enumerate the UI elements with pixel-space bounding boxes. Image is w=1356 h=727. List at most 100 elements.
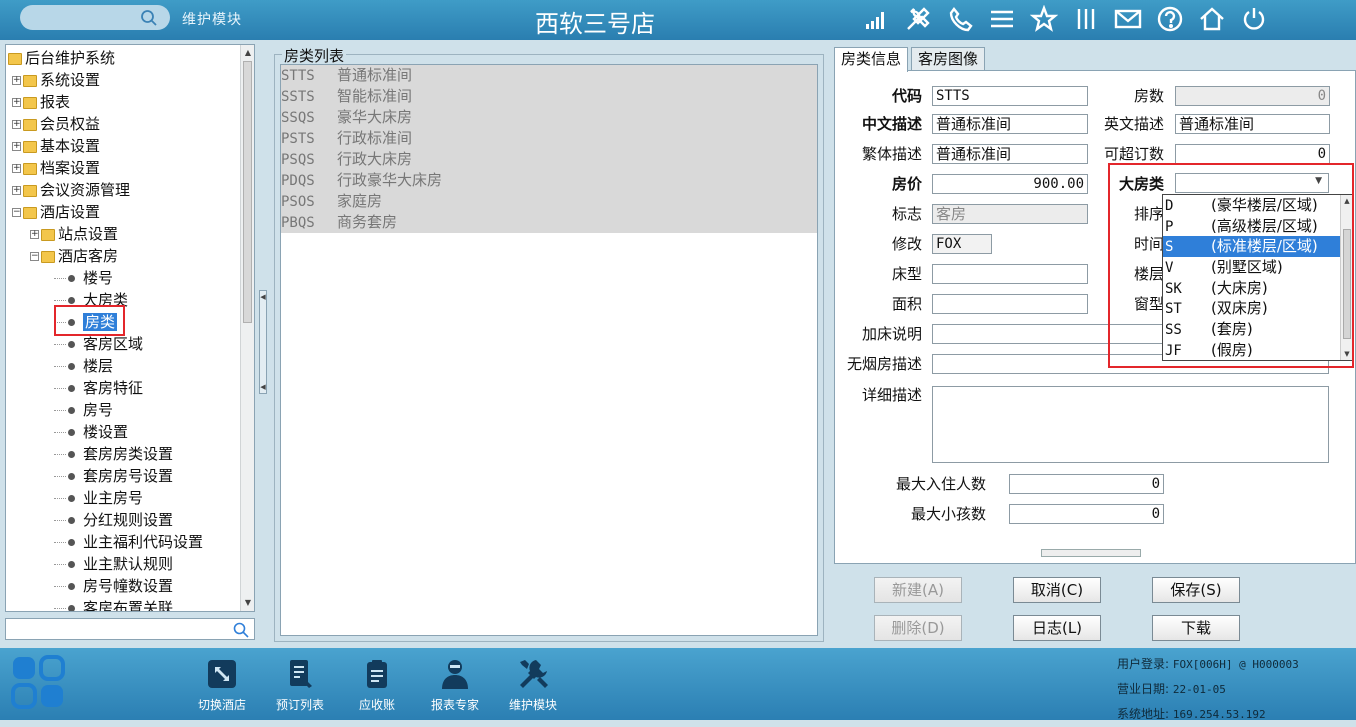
mail-icon[interactable]	[1112, 3, 1144, 35]
dropdown-option[interactable]: ST (双床房)	[1163, 298, 1353, 319]
list-item[interactable]: SSTS 智能标准间	[281, 86, 817, 107]
scroll-thumb[interactable]	[243, 61, 252, 323]
tree-search-input[interactable]	[8, 620, 228, 638]
tree-leaf[interactable]: 套房房类设置	[54, 443, 173, 465]
tree-leaf[interactable]: 套房房号设置	[54, 465, 173, 487]
tree-leaf[interactable]: 客房布置关联	[54, 597, 173, 611]
tree-root[interactable]: 后台维护系统	[8, 47, 115, 69]
price-field[interactable]: 900.00	[932, 174, 1088, 194]
chevron-down-icon[interactable]: ▼	[1315, 176, 1322, 186]
expand-icon[interactable]: +	[30, 230, 39, 239]
tree-leaf[interactable]: 楼号	[54, 267, 113, 289]
tree-item-reports[interactable]: + 报表	[12, 91, 70, 113]
tree-item-hotel-rooms[interactable]: − 酒店客房	[30, 245, 118, 267]
new-button[interactable]: 新建(A)	[874, 577, 962, 603]
code-field[interactable]: STTS	[932, 86, 1088, 106]
overbook-field[interactable]: 0	[1175, 144, 1330, 164]
tree-item-site-settings[interactable]: + 站点设置	[30, 223, 118, 245]
scroll-up-icon[interactable]: ▲	[1342, 197, 1352, 205]
tree-item-system-settings[interactable]: + 系统设置	[12, 69, 100, 91]
tree-scrollbar[interactable]: ▲ ▼	[240, 45, 254, 611]
dropdown-option[interactable]: JF (假房)	[1163, 340, 1353, 360]
cancel-button[interactable]: 取消(C)	[1013, 577, 1101, 603]
panel-splitter[interactable]: ◀ ◀	[259, 290, 267, 394]
arrow-left-icon[interactable]: ◀	[260, 293, 266, 301]
tree-leaf[interactable]: 房号幢数设置	[54, 575, 173, 597]
scroll-up-icon[interactable]: ▲	[243, 47, 253, 59]
dropdown-option[interactable]: V (别墅区域)	[1163, 257, 1353, 278]
list-item[interactable]: PSQS 行政大床房	[281, 149, 817, 170]
expand-icon[interactable]: +	[12, 186, 21, 195]
phone-icon[interactable]	[944, 3, 976, 35]
traditional-desc-field[interactable]: 普通标准间	[932, 144, 1088, 164]
list-item[interactable]: PDQS 行政豪华大床房	[281, 170, 817, 191]
signal-icon[interactable]	[860, 3, 892, 35]
help-icon[interactable]	[1154, 3, 1186, 35]
dropdown-option[interactable]: SS (套房)	[1163, 319, 1353, 340]
dropdown-option[interactable]: SK (大床房)	[1163, 278, 1353, 299]
collapse-icon[interactable]: −	[12, 208, 21, 217]
tree-leaf[interactable]: 客房区域	[54, 333, 143, 355]
download-button[interactable]: 下载	[1152, 615, 1240, 641]
columns-icon[interactable]	[1070, 3, 1102, 35]
detail-desc-textarea[interactable]	[932, 386, 1329, 463]
tree-item-archive-settings[interactable]: + 档案设置	[12, 157, 100, 179]
expand-icon[interactable]: +	[12, 76, 21, 85]
dropdown-option[interactable]: P (高级楼层/区域)	[1163, 216, 1353, 237]
form-scrollbar[interactable]	[1041, 549, 1141, 557]
receivable-button[interactable]: 应收账	[342, 656, 412, 713]
booking-list-button[interactable]: 预订列表	[265, 656, 335, 713]
tree-leaf[interactable]: 业主默认规则	[54, 553, 173, 575]
power-icon[interactable]	[1238, 3, 1270, 35]
expand-icon[interactable]: +	[12, 120, 21, 129]
scroll-thumb[interactable]	[1343, 229, 1351, 339]
max-adults-field[interactable]: 0	[1009, 474, 1164, 494]
chinese-desc-field[interactable]: 普通标准间	[932, 114, 1088, 134]
big-room-type-dropdown[interactable]: D (豪华楼层/区域) P (高级楼层/区域) S (标准楼层/区域) V (别墅区域)…	[1162, 194, 1354, 361]
menu-icon[interactable]	[986, 3, 1018, 35]
tree-leaf[interactable]: 楼层	[54, 355, 113, 377]
tab-room-type-info[interactable]: 房类信息	[834, 47, 909, 72]
switch-hotel-button[interactable]: 切换酒店	[187, 656, 257, 713]
delete-button[interactable]: 删除(D)	[874, 615, 962, 641]
collapse-icon[interactable]: −	[30, 252, 39, 261]
scroll-down-icon[interactable]: ▼	[243, 597, 253, 609]
scroll-down-icon[interactable]: ▼	[1342, 350, 1352, 358]
tree-item-meeting-resources[interactable]: + 会议资源管理	[12, 179, 130, 201]
maintenance-button[interactable]: 维护模块	[498, 656, 568, 713]
expand-icon[interactable]: +	[12, 98, 21, 107]
tree-leaf[interactable]: 业主房号	[54, 487, 143, 509]
list-item[interactable]: PBQS 商务套房	[281, 212, 817, 233]
big-room-type-select[interactable]: ▼	[1175, 173, 1329, 193]
save-button[interactable]: 保存(S)	[1152, 577, 1240, 603]
tree-item-member-rights[interactable]: + 会员权益	[12, 113, 100, 135]
tree-item-hotel-settings[interactable]: − 酒店设置	[12, 201, 100, 223]
list-item[interactable]: STTS 普通标准间	[281, 65, 817, 86]
tab-room-images[interactable]: 客房图像	[911, 47, 986, 71]
app-logo-icon[interactable]	[10, 654, 66, 710]
tools-icon[interactable]	[902, 3, 934, 35]
star-icon[interactable]	[1028, 3, 1060, 35]
tree-leaf[interactable]: 楼设置	[54, 421, 128, 443]
tree-leaf-selected[interactable]: 房类	[54, 311, 118, 333]
tree-item-basic-settings[interactable]: + 基本设置	[12, 135, 100, 157]
bed-type-field[interactable]	[932, 264, 1088, 284]
report-expert-button[interactable]: 报表专家	[420, 656, 490, 713]
dropdown-scrollbar[interactable]: ▲ ▼	[1340, 195, 1353, 360]
home-icon[interactable]	[1196, 3, 1228, 35]
max-children-field[interactable]: 0	[1009, 504, 1164, 524]
tree-leaf[interactable]: 客房特征	[54, 377, 143, 399]
tree-leaf[interactable]: 分红规则设置	[54, 509, 173, 531]
room-type-list[interactable]: STTS 普通标准间 SSTS 智能标准间 SSQS 豪华大床房 PSTS 行政标准间 …	[280, 64, 818, 636]
log-button[interactable]: 日志(L)	[1013, 615, 1101, 641]
english-desc-field[interactable]: 普通标准间	[1175, 114, 1330, 134]
expand-icon[interactable]: +	[12, 164, 21, 173]
expand-icon[interactable]: +	[12, 142, 21, 151]
tree-leaf[interactable]: 房号	[54, 399, 113, 421]
arrow-left-icon[interactable]: ◀	[260, 383, 266, 391]
dropdown-option-selected[interactable]: S (标准楼层/区域)	[1163, 236, 1353, 258]
tree-leaf[interactable]: 大房类	[54, 289, 128, 311]
list-item[interactable]: PSTS 行政标准间	[281, 128, 817, 149]
list-item[interactable]: SSQS 豪华大床房	[281, 107, 817, 128]
area-field[interactable]	[932, 294, 1088, 314]
